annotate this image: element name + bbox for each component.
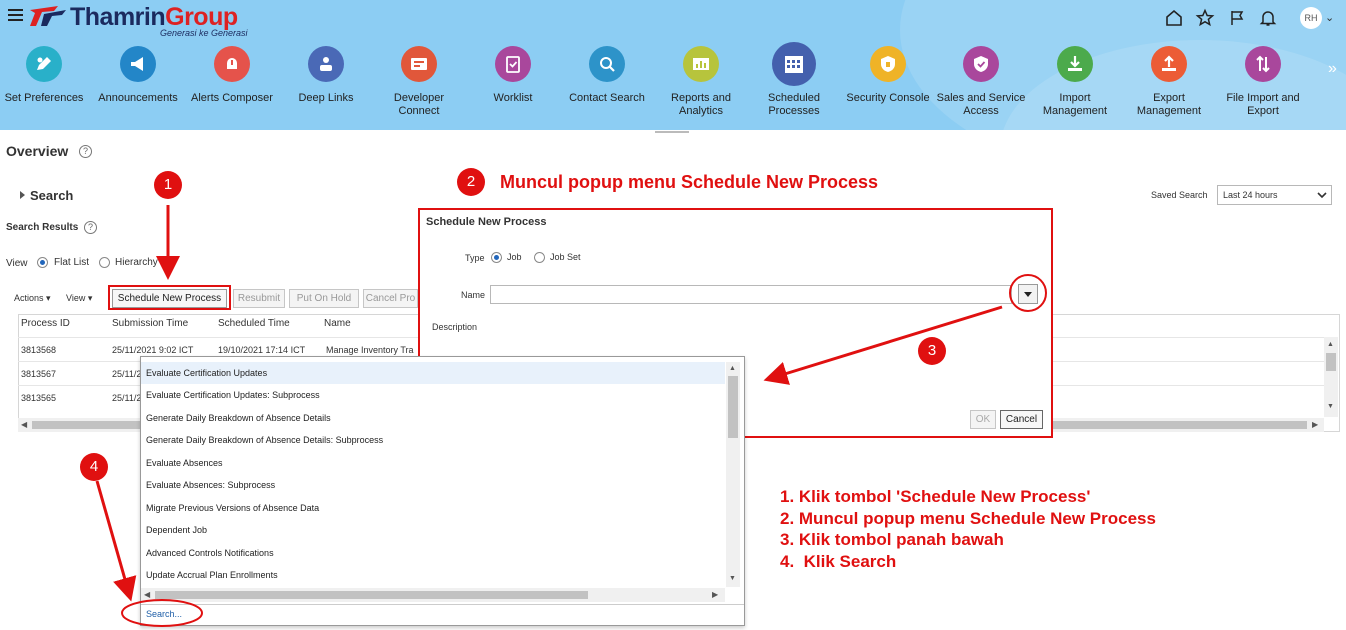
arrow-to-dropdown-list — [763, 305, 1003, 385]
instruction-step: 3. Klik tombol panah bawah — [780, 530, 1004, 549]
step-badge-4: 4 — [80, 453, 108, 481]
step-badge-3: 3 — [918, 337, 946, 365]
instruction-step: 2. Muncul popup menu Schedule New Proces… — [780, 508, 1156, 528]
instruction-step: 1. Klik tombol 'Schedule New Process' — [780, 487, 1091, 506]
arrow-to-search-link — [95, 480, 137, 602]
highlight-dropdown-arrow — [1009, 274, 1047, 312]
step-badge-2: 2 — [457, 168, 485, 196]
instruction-step: 4. Klik Search — [780, 551, 897, 571]
instruction-steps: 1. Klik tombol 'Schedule New Process' 2.… — [780, 486, 1156, 572]
highlight-search-link — [121, 599, 203, 627]
step-badge-1: 1 — [154, 171, 182, 199]
popup-annotation-text: Muncul popup menu Schedule New Process — [500, 172, 879, 192]
